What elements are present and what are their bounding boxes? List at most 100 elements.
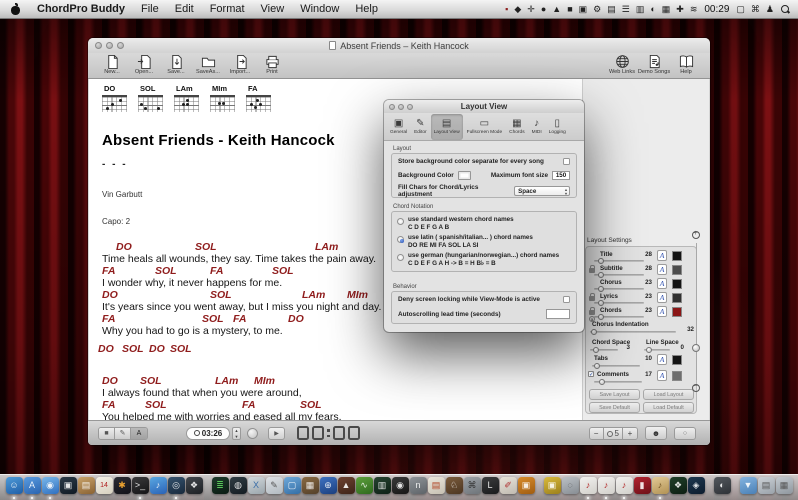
demo-songs-button[interactable]: Demo Songs [638,54,670,75]
lock-icon[interactable] [589,307,595,315]
slider-thumb[interactable] [592,346,599,353]
tab-logging[interactable]: ▯ Logging [546,114,569,140]
title-font-button[interactable]: A [657,250,667,261]
dock-iphoto[interactable]: ✱ [113,477,131,494]
transpose-plus-button[interactable]: + [623,427,637,439]
tab-layout-view[interactable]: ▤ Layout View [430,113,463,140]
dock-chordpro-buddy-1[interactable]: ♪ [579,477,597,499]
dock-network-globe[interactable]: ⊕ [319,477,337,494]
zoom-in-icon[interactable] [692,230,700,239]
chords-size-slider[interactable] [594,313,644,320]
comments-font-button[interactable]: A [657,370,667,381]
radio-button[interactable] [397,254,404,261]
lock-icon[interactable] [589,293,595,301]
tab-general[interactable]: ▣ General [387,114,410,140]
dialog-titlebar[interactable]: Layout View [384,100,584,113]
window-titlebar[interactable]: Absent Friends – Keith Hancock [88,38,710,53]
user-icon[interactable]: ♟ [766,4,774,14]
lock-icon[interactable] [589,265,595,273]
dock-calendar[interactable]: 14 [95,477,113,494]
dock-notes-doc[interactable]: ▤ [427,477,445,494]
tab-editor[interactable]: ✎ Editor [411,114,430,140]
spotlight-icon[interactable] [781,4,790,14]
chords-font-button[interactable]: A [657,306,667,317]
dock-finder[interactable]: ☺ [5,477,23,499]
comments-color-swatch[interactable] [672,371,682,381]
tabs-font-button[interactable]: A [657,354,667,365]
dock-photo-booth[interactable]: ▣ [59,477,77,494]
dock-orange-box-app[interactable]: ▣ [517,477,535,494]
dock-animal-app[interactable]: ♘ [445,477,463,494]
language-icon[interactable]: ● [541,4,546,14]
dock-music-folder[interactable]: ♪ [651,477,669,499]
comments-checkbox[interactable]: ✓ [588,371,594,378]
dock-contacts[interactable]: ▤ [77,477,95,494]
slider-thumb[interactable] [598,271,604,278]
print-button[interactable]: Print [256,54,288,75]
zoom-out-icon[interactable] [692,383,700,392]
dock-robot-app[interactable]: ▣ [543,477,561,494]
view-mode-segmented-control[interactable]: ■ ✎ A [98,426,148,440]
tabs-color-swatch[interactable] [672,355,682,365]
menu-edit[interactable]: Edit [175,3,194,15]
dock-preview[interactable]: ▢ [283,477,301,494]
deny-lock-checkbox[interactable] [563,296,570,303]
menu-help[interactable]: Help [355,3,378,15]
bluetooth-icon[interactable]: ✚ [676,4,684,14]
dock-terminal[interactable]: >_ [131,477,149,499]
view-segment-1[interactable]: ■ [99,427,115,439]
dock-chordpro-buddy-3[interactable]: ♪ [615,477,633,499]
comments-size-slider[interactable] [594,378,642,385]
dock-downloads-folder[interactable]: ▼ [739,477,757,494]
chorus-color-swatch[interactable] [672,279,682,289]
load-default-button[interactable]: Load Default [643,402,694,413]
save-button[interactable]: Save... [160,54,192,75]
view-segment-2[interactable]: ✎ [115,427,131,439]
menu-format[interactable]: Format [210,3,245,15]
timemachine-icon[interactable]: ◐ [650,4,655,14]
dock-design-app[interactable]: ✐ [499,477,517,494]
menu-view[interactable]: View [261,3,285,15]
menu-file[interactable]: File [141,3,159,15]
autoscroll-field[interactable] [546,309,570,319]
chord-space-slider[interactable] [590,346,618,353]
save-default-button[interactable]: Save Default [589,402,640,413]
max-font-field[interactable]: 150 [552,171,570,180]
keyboard-icon[interactable]: ▤ [607,4,616,14]
help-button[interactable]: Help [670,54,702,75]
text-input-icon[interactable]: ☰ [622,4,630,14]
dock-console[interactable]: ◍ [229,477,247,494]
apple-menu-icon[interactable] [10,3,21,15]
new-button[interactable]: New... [96,54,128,75]
play-button[interactable]: ▶ [268,426,285,440]
zoom-thumb[interactable] [692,344,700,352]
display-status-icon[interactable]: ▪ [505,4,508,14]
title-size-slider[interactable] [594,257,644,264]
lyrics-size-slider[interactable] [594,299,644,306]
open-button[interactable]: Open... [128,54,160,75]
menu-chordpro-buddy[interactable]: ChordPro Buddy [37,3,125,15]
dock-faint-app[interactable]: ◐ [713,477,731,494]
tab-fullscreen-mode[interactable]: ▭ Fullscreen Mode [464,114,505,140]
lyrics-font-button[interactable]: A [657,292,667,303]
slider-thumb[interactable] [598,313,604,320]
dock-red-book[interactable]: ▮ [633,477,651,494]
subtitle-size-slider[interactable] [594,271,644,278]
slider-thumb[interactable] [591,328,598,335]
sync-icon[interactable]: ■ [567,4,572,14]
bg-color-well[interactable] [457,171,471,180]
subtitle-font-button[interactable]: A [657,264,667,275]
transpose-control[interactable]: − 5 + [588,426,638,440]
load-layout-button[interactable]: Load Layout [643,389,694,400]
user-switch-icon[interactable]: ▢ [736,4,745,14]
dock-command-app[interactable]: ⌘ [463,477,481,494]
slider-thumb[interactable] [598,285,604,292]
shield-icon[interactable]: ◆ [514,4,521,14]
radio-button[interactable] [397,236,404,243]
dock-blue-dark-app[interactable]: ◈ [687,477,705,494]
dock-itunes[interactable]: ♪ [149,477,167,494]
menu-clock[interactable]: 00:29 [704,4,729,15]
dock-safari[interactable]: ◉ [41,477,59,499]
radio-button[interactable] [397,218,404,225]
accessibility-icon[interactable]: ⌘ [751,4,760,14]
